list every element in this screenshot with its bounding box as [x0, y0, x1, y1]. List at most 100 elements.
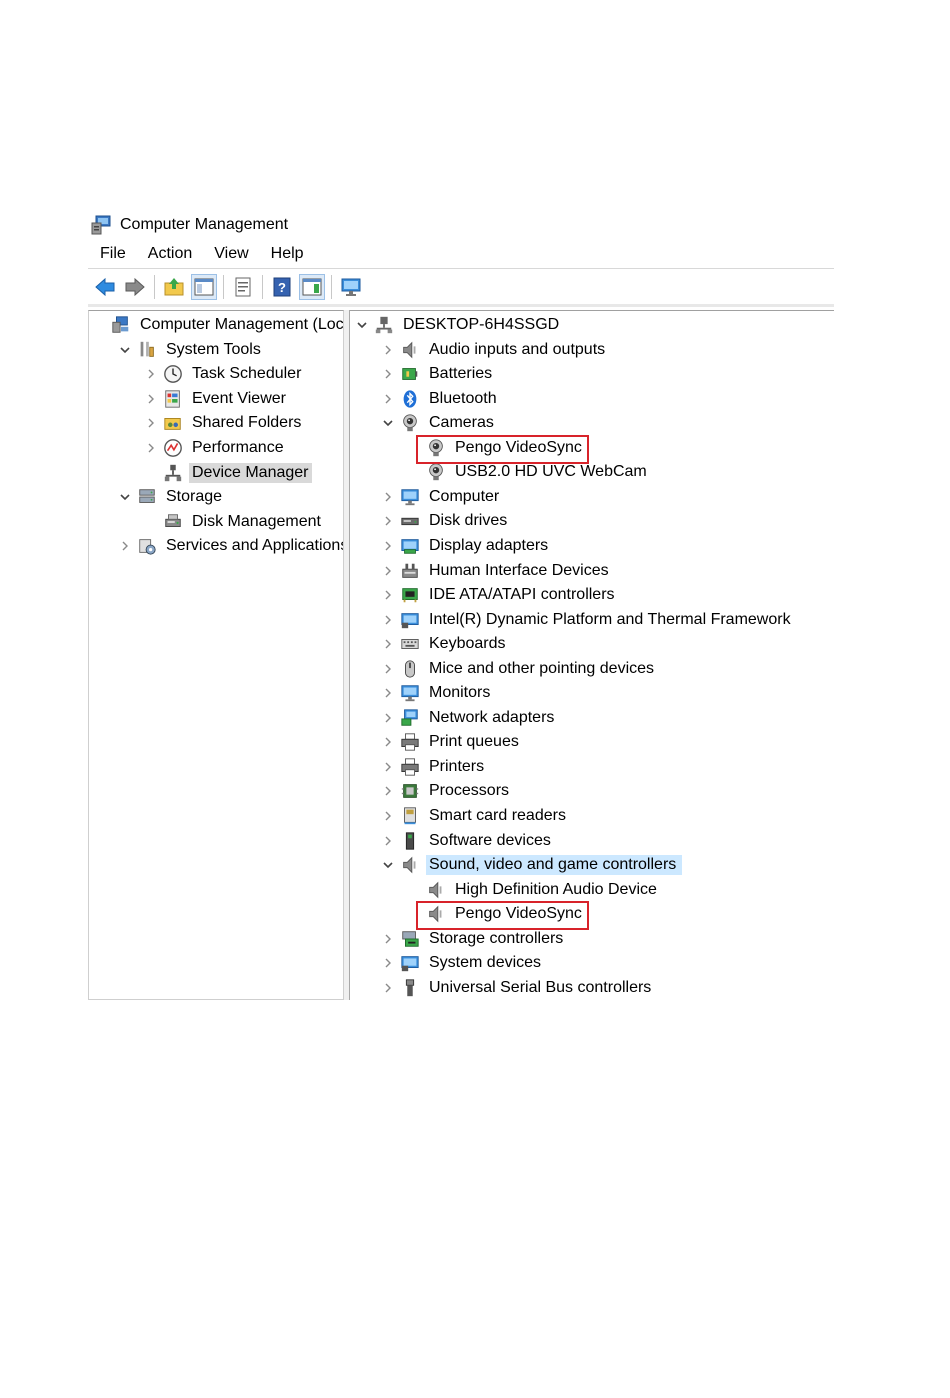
chevron-right-icon[interactable] [380, 657, 396, 681]
chevron-right-icon[interactable] [380, 976, 396, 1000]
right-tree-item[interactable]: DESKTOP-6H4SSGD [354, 313, 562, 337]
chevron-right-icon[interactable] [380, 951, 396, 975]
tree-item-label: Human Interface Devices [429, 561, 609, 579]
right-tree-item[interactable]: Network adapters [380, 706, 557, 730]
right-tree-item[interactable]: Software devices [380, 829, 554, 853]
show-hide-action-pane-icon [302, 278, 322, 296]
right-tree-item[interactable]: Keyboards [380, 632, 509, 656]
right-tree-item[interactable]: Smart card readers [380, 804, 569, 828]
chevron-right-icon[interactable] [143, 411, 159, 435]
tree-item-label: Universal Serial Bus controllers [429, 978, 652, 996]
left-tree-item[interactable]: Services and Applications [117, 534, 343, 558]
chevron-down-icon[interactable] [380, 853, 396, 877]
chevron-right-icon[interactable] [380, 927, 396, 951]
right-tree-item[interactable]: Printers [380, 755, 487, 779]
menu-view[interactable]: View [214, 245, 248, 263]
chevron-right-icon[interactable] [380, 509, 396, 533]
chevron-right-icon[interactable] [380, 338, 396, 362]
computer-management-icon [90, 214, 112, 236]
right-tree-item[interactable]: Universal Serial Bus controllers [380, 976, 654, 1000]
chevron-right-icon[interactable] [380, 608, 396, 632]
properties-button[interactable] [230, 274, 256, 300]
battery-icon [400, 364, 420, 384]
speaker-icon [426, 880, 446, 900]
right-tree-item[interactable]: Mice and other pointing devices [380, 657, 657, 681]
right-tree-item[interactable]: Display adapters [380, 534, 551, 558]
right-tree-item[interactable]: Sound, video and game controllers [380, 853, 683, 877]
chevron-right-icon[interactable] [380, 730, 396, 754]
bluetooth-icon [400, 389, 420, 409]
chevron-right-icon[interactable] [380, 681, 396, 705]
chevron-right-icon[interactable] [380, 583, 396, 607]
keyboard-icon [400, 634, 420, 654]
monitor-button[interactable] [338, 274, 364, 300]
ide-controller-icon [400, 585, 420, 605]
chevron-right-icon[interactable] [380, 804, 396, 828]
speaker-icon [400, 855, 420, 875]
menu-help[interactable]: Help [271, 245, 304, 263]
chevron-down-icon[interactable] [380, 411, 396, 435]
left-tree-item[interactable]: System Tools [117, 338, 264, 362]
show-hide-console-tree-icon [194, 278, 214, 296]
chevron-right-icon[interactable] [380, 559, 396, 583]
show-hide-console-tree-button[interactable] [191, 274, 217, 300]
right-tree-item[interactable]: Human Interface Devices [380, 559, 612, 583]
chevron-right-icon[interactable] [380, 779, 396, 803]
menu-action[interactable]: Action [148, 245, 192, 263]
right-tree-item[interactable]: Intel(R) Dynamic Platform and Thermal Fr… [380, 608, 794, 632]
chevron-right-icon[interactable] [380, 362, 396, 386]
right-tree-item[interactable]: Processors [380, 779, 512, 803]
chevron-right-icon[interactable] [380, 829, 396, 853]
left-tree-item[interactable]: Shared Folders [143, 411, 304, 435]
right-tree-item[interactable]: Disk drives [380, 509, 510, 533]
left-tree-item[interactable]: Performance [143, 436, 287, 460]
right-tree-item[interactable]: Batteries [380, 362, 495, 386]
back-arrow-button[interactable] [92, 274, 118, 300]
help-button[interactable]: ? [269, 274, 295, 300]
chevron-right-icon[interactable] [143, 362, 159, 386]
right-tree-item[interactable]: Audio inputs and outputs [380, 338, 608, 362]
monitor-icon [341, 278, 361, 296]
right-tree-item[interactable]: Computer [380, 485, 502, 509]
right-tree-item[interactable]: Bluetooth [380, 387, 500, 411]
right-tree-item[interactable]: Storage controllers [380, 927, 566, 951]
right-tree-item[interactable]: Cameras [380, 411, 497, 435]
tree-item-label: System devices [429, 954, 542, 972]
right-tree-item[interactable]: Print queues [380, 730, 522, 754]
chevron-right-icon[interactable] [380, 755, 396, 779]
right-tree-item[interactable]: System devices [380, 951, 544, 975]
disk-drive-icon [400, 511, 420, 531]
system-tools-icon [137, 340, 157, 360]
left-tree-item[interactable]: Disk Management [143, 510, 324, 534]
right-tree-item[interactable]: High Definition Audio Device [406, 878, 660, 902]
right-tree-item[interactable]: USB2.0 HD UVC WebCam [406, 460, 650, 484]
show-hide-action-pane-button[interactable] [299, 274, 325, 300]
right-tree-item[interactable]: IDE ATA/ATAPI controllers [380, 583, 618, 607]
chevron-right-icon[interactable] [143, 436, 159, 460]
storage-icon [137, 487, 157, 507]
up-folder-button[interactable] [161, 274, 187, 300]
chevron-down-icon[interactable] [117, 338, 133, 362]
chevron-right-icon[interactable] [380, 706, 396, 730]
chevron-right-icon[interactable] [143, 387, 159, 411]
chevron-right-icon[interactable] [380, 485, 396, 509]
right-tree-item[interactable]: Monitors [380, 681, 493, 705]
event-viewer-icon [163, 389, 183, 409]
forward-arrow-button[interactable] [122, 274, 148, 300]
left-tree-item[interactable]: Computer Management (Local [91, 313, 343, 337]
chevron-right-icon[interactable] [380, 387, 396, 411]
disk-management-icon [163, 512, 183, 532]
left-tree-item[interactable]: Device Manager [143, 461, 312, 485]
chevron-down-icon[interactable] [354, 313, 370, 337]
left-tree-item[interactable]: Task Scheduler [143, 362, 304, 386]
chevron-right-icon[interactable] [117, 534, 133, 558]
chevron-right-icon[interactable] [380, 632, 396, 656]
printer-icon [400, 757, 420, 777]
chevron-down-icon[interactable] [117, 485, 133, 509]
tree-item-label: IDE ATA/ATAPI controllers [429, 586, 615, 604]
speaker-icon [400, 340, 420, 360]
left-tree-item[interactable]: Storage [117, 485, 225, 509]
left-tree-item[interactable]: Event Viewer [143, 387, 289, 411]
menu-file[interactable]: File [100, 245, 126, 263]
chevron-right-icon[interactable] [380, 534, 396, 558]
